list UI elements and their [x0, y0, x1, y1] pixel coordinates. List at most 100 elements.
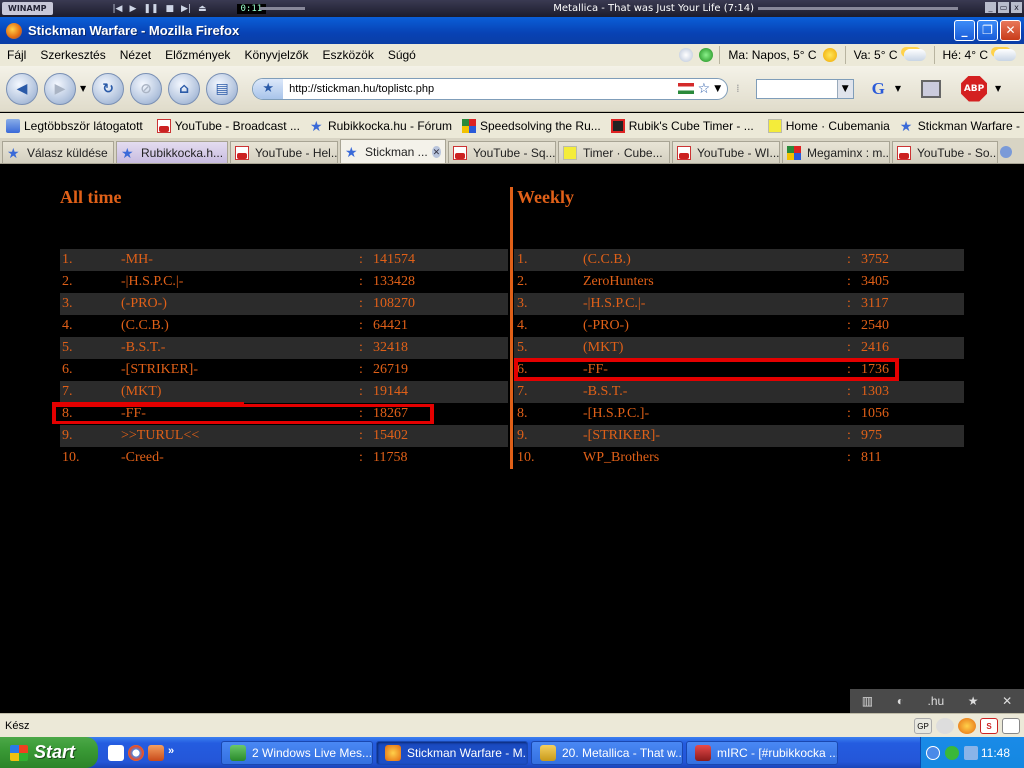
eject-icon[interactable]: ⏏: [198, 4, 207, 14]
bookmark-cubemania[interactable]: Home · Cubemania: [767, 118, 890, 133]
tab-5[interactable]: YouTube - Sq...: [448, 141, 556, 163]
weekly-sep: :: [847, 340, 851, 355]
mail-icon[interactable]: [1002, 717, 1020, 734]
alltime-name: (C.C.B.): [121, 318, 169, 333]
adblock-dropdown-icon[interactable]: ▼: [995, 84, 1001, 93]
winamp-minimize-button[interactable]: _: [985, 2, 996, 13]
tab-close-icon[interactable]: ✕: [431, 145, 441, 158]
quicklaunch-overflow-icon[interactable]: »: [168, 745, 184, 761]
weather-monday[interactable]: Hé: 4° C: [933, 46, 1024, 64]
url-input[interactable]: [289, 82, 660, 95]
domain-hu-label[interactable]: .hu: [928, 694, 945, 708]
pause-icon[interactable]: ❚❚: [143, 4, 158, 14]
alltime-row: 3. (-PRO-):108270: [60, 293, 508, 315]
chrome-icon[interactable]: [128, 744, 144, 761]
bookmark-stickman[interactable]: ★ Stickman Warfare - F...: [900, 119, 1024, 133]
tray-arrow-icon[interactable]: [926, 745, 940, 760]
tab-8[interactable]: Megaminx : m...: [782, 141, 890, 163]
bookmark-label: Stickman Warfare - F...: [917, 118, 1024, 133]
maximize-button[interactable]: ❐: [977, 20, 998, 41]
weather-sunday[interactable]: Va: 5° C: [844, 46, 934, 64]
weather-today[interactable]: Ma: Napos, 5° C: [719, 46, 844, 64]
tab-9[interactable]: YouTube - So...: [892, 141, 998, 163]
weekly-sep: :: [847, 274, 851, 289]
weekly-name: -[STRIKER]-: [583, 428, 660, 443]
reload-button[interactable]: ↻: [92, 72, 125, 105]
tab-2[interactable]: ★ Rubikkocka.h...: [116, 141, 228, 163]
close-button[interactable]: ✕: [1000, 20, 1021, 41]
back-button[interactable]: ◀: [6, 72, 38, 105]
system-tray: 11:48: [920, 737, 1024, 768]
prev-icon[interactable]: |◀: [113, 4, 123, 14]
bookmark-star-icon[interactable]: ☆: [698, 81, 711, 97]
addonbar-close-icon[interactable]: ✕: [1002, 694, 1012, 708]
search-dropdown-icon[interactable]: ▼: [836, 79, 853, 98]
taskbar-task-1[interactable]: 2 Windows Live Mes...: [221, 740, 373, 765]
menu-tools[interactable]: Eszközök: [315, 48, 380, 62]
menu-file[interactable]: Fájl: [0, 48, 33, 62]
messenger-tray-icon[interactable]: [945, 745, 959, 760]
bookmark-rubikkocka[interactable]: ★ Rubikkocka.hu - Fórum: [310, 119, 452, 133]
tab-6[interactable]: Timer · Cube...: [558, 141, 670, 163]
app-icon[interactable]: [148, 744, 164, 761]
resize-grip-icon[interactable]: ⁞: [736, 82, 740, 95]
weekly-name: -B.S.T.-: [583, 384, 628, 399]
firefox-status-icon[interactable]: [958, 717, 976, 734]
alltime-score: 19144: [373, 384, 408, 399]
speed-icon[interactable]: [936, 717, 954, 734]
print-button[interactable]: ▤: [206, 72, 239, 105]
weather-toolbar: Ma: Napos, 5° C Va: 5° C Hé: 4° C: [679, 44, 1024, 66]
winamp-shade-button[interactable]: ▭: [998, 2, 1009, 13]
home-button[interactable]: ⌂: [168, 72, 201, 105]
taskbar-task-2[interactable]: Stickman Warfare - M...: [376, 740, 528, 765]
weekly-row: 7. -B.S.T.-:1303: [514, 381, 964, 403]
partly-cloudy-icon: [994, 49, 1016, 61]
sidebar-icon[interactable]: ▥: [862, 694, 873, 708]
history-dropdown-icon[interactable]: ▼: [80, 84, 86, 93]
forward-button[interactable]: ▶: [44, 72, 76, 105]
notepad-icon[interactable]: [108, 744, 124, 761]
minimize-button[interactable]: _: [954, 20, 975, 41]
speaker-icon[interactable]: ◐: [897, 694, 904, 708]
menu-history[interactable]: Előzmények: [158, 48, 237, 62]
seek-slider[interactable]: [758, 7, 958, 10]
next-icon[interactable]: ▶|: [181, 4, 191, 14]
stop-button[interactable]: ⊘: [130, 72, 163, 105]
tab-list-icon[interactable]: [1000, 146, 1012, 158]
site-identity-icon[interactable]: ★: [253, 78, 284, 99]
gp-icon[interactable]: GP: [914, 717, 932, 734]
tab-3[interactable]: YouTube - Hel...: [230, 141, 338, 163]
google-icon[interactable]: G: [872, 79, 885, 99]
url-bar[interactable]: ★ ☆ ▼: [252, 77, 729, 100]
menu-bookmarks[interactable]: Könyvjelzők: [237, 48, 315, 62]
bookmark-most-visited[interactable]: Legtöbbször látogatott: [6, 118, 143, 133]
weekly-name: ZeroHunters: [583, 274, 654, 289]
weekly-row: 8. -[H.S.P.C.]-:1056: [514, 403, 964, 425]
menu-edit[interactable]: Szerkesztés: [33, 48, 112, 62]
tab-1[interactable]: ★ Válasz küldése: [2, 141, 114, 163]
start-button[interactable]: Start: [0, 737, 98, 768]
status-icons: GP S: [914, 717, 1020, 734]
s-addon-icon[interactable]: S: [980, 717, 998, 734]
taskbar-task-4[interactable]: mIRC - [#rubikkocka ...: [686, 740, 838, 765]
bookmark-cube-timer[interactable]: Rubik's Cube Timer - ...: [610, 118, 754, 133]
network-icon[interactable]: [964, 745, 978, 760]
favorite-star-icon[interactable]: ★: [968, 694, 979, 708]
bookmark-youtube[interactable]: YouTube - Broadcast ...: [156, 118, 300, 133]
menu-view[interactable]: Nézet: [113, 48, 158, 62]
tab-7[interactable]: YouTube - WI...: [672, 141, 780, 163]
adblock-icon[interactable]: ABP: [961, 75, 988, 102]
volume-slider[interactable]: [260, 7, 305, 10]
search-box[interactable]: ▼: [755, 78, 854, 99]
winamp-close-button[interactable]: x: [1011, 2, 1022, 13]
url-dropdown-icon[interactable]: ▼: [714, 84, 721, 94]
bookmark-speedsolving[interactable]: Speedsolving the Ru...: [462, 118, 601, 133]
taskbar-task-3[interactable]: 20. Metallica - That w...: [531, 740, 683, 765]
tab-4[interactable]: ★ Stickman ... ✕: [340, 139, 446, 163]
windows-icon[interactable]: [921, 79, 942, 98]
google-dropdown-icon[interactable]: ▼: [895, 84, 901, 93]
play-icon[interactable]: ▶: [129, 4, 136, 14]
menu-help[interactable]: Súgó: [381, 48, 423, 62]
loading-icon: [679, 48, 694, 62]
stop-icon[interactable]: ■: [166, 4, 175, 14]
